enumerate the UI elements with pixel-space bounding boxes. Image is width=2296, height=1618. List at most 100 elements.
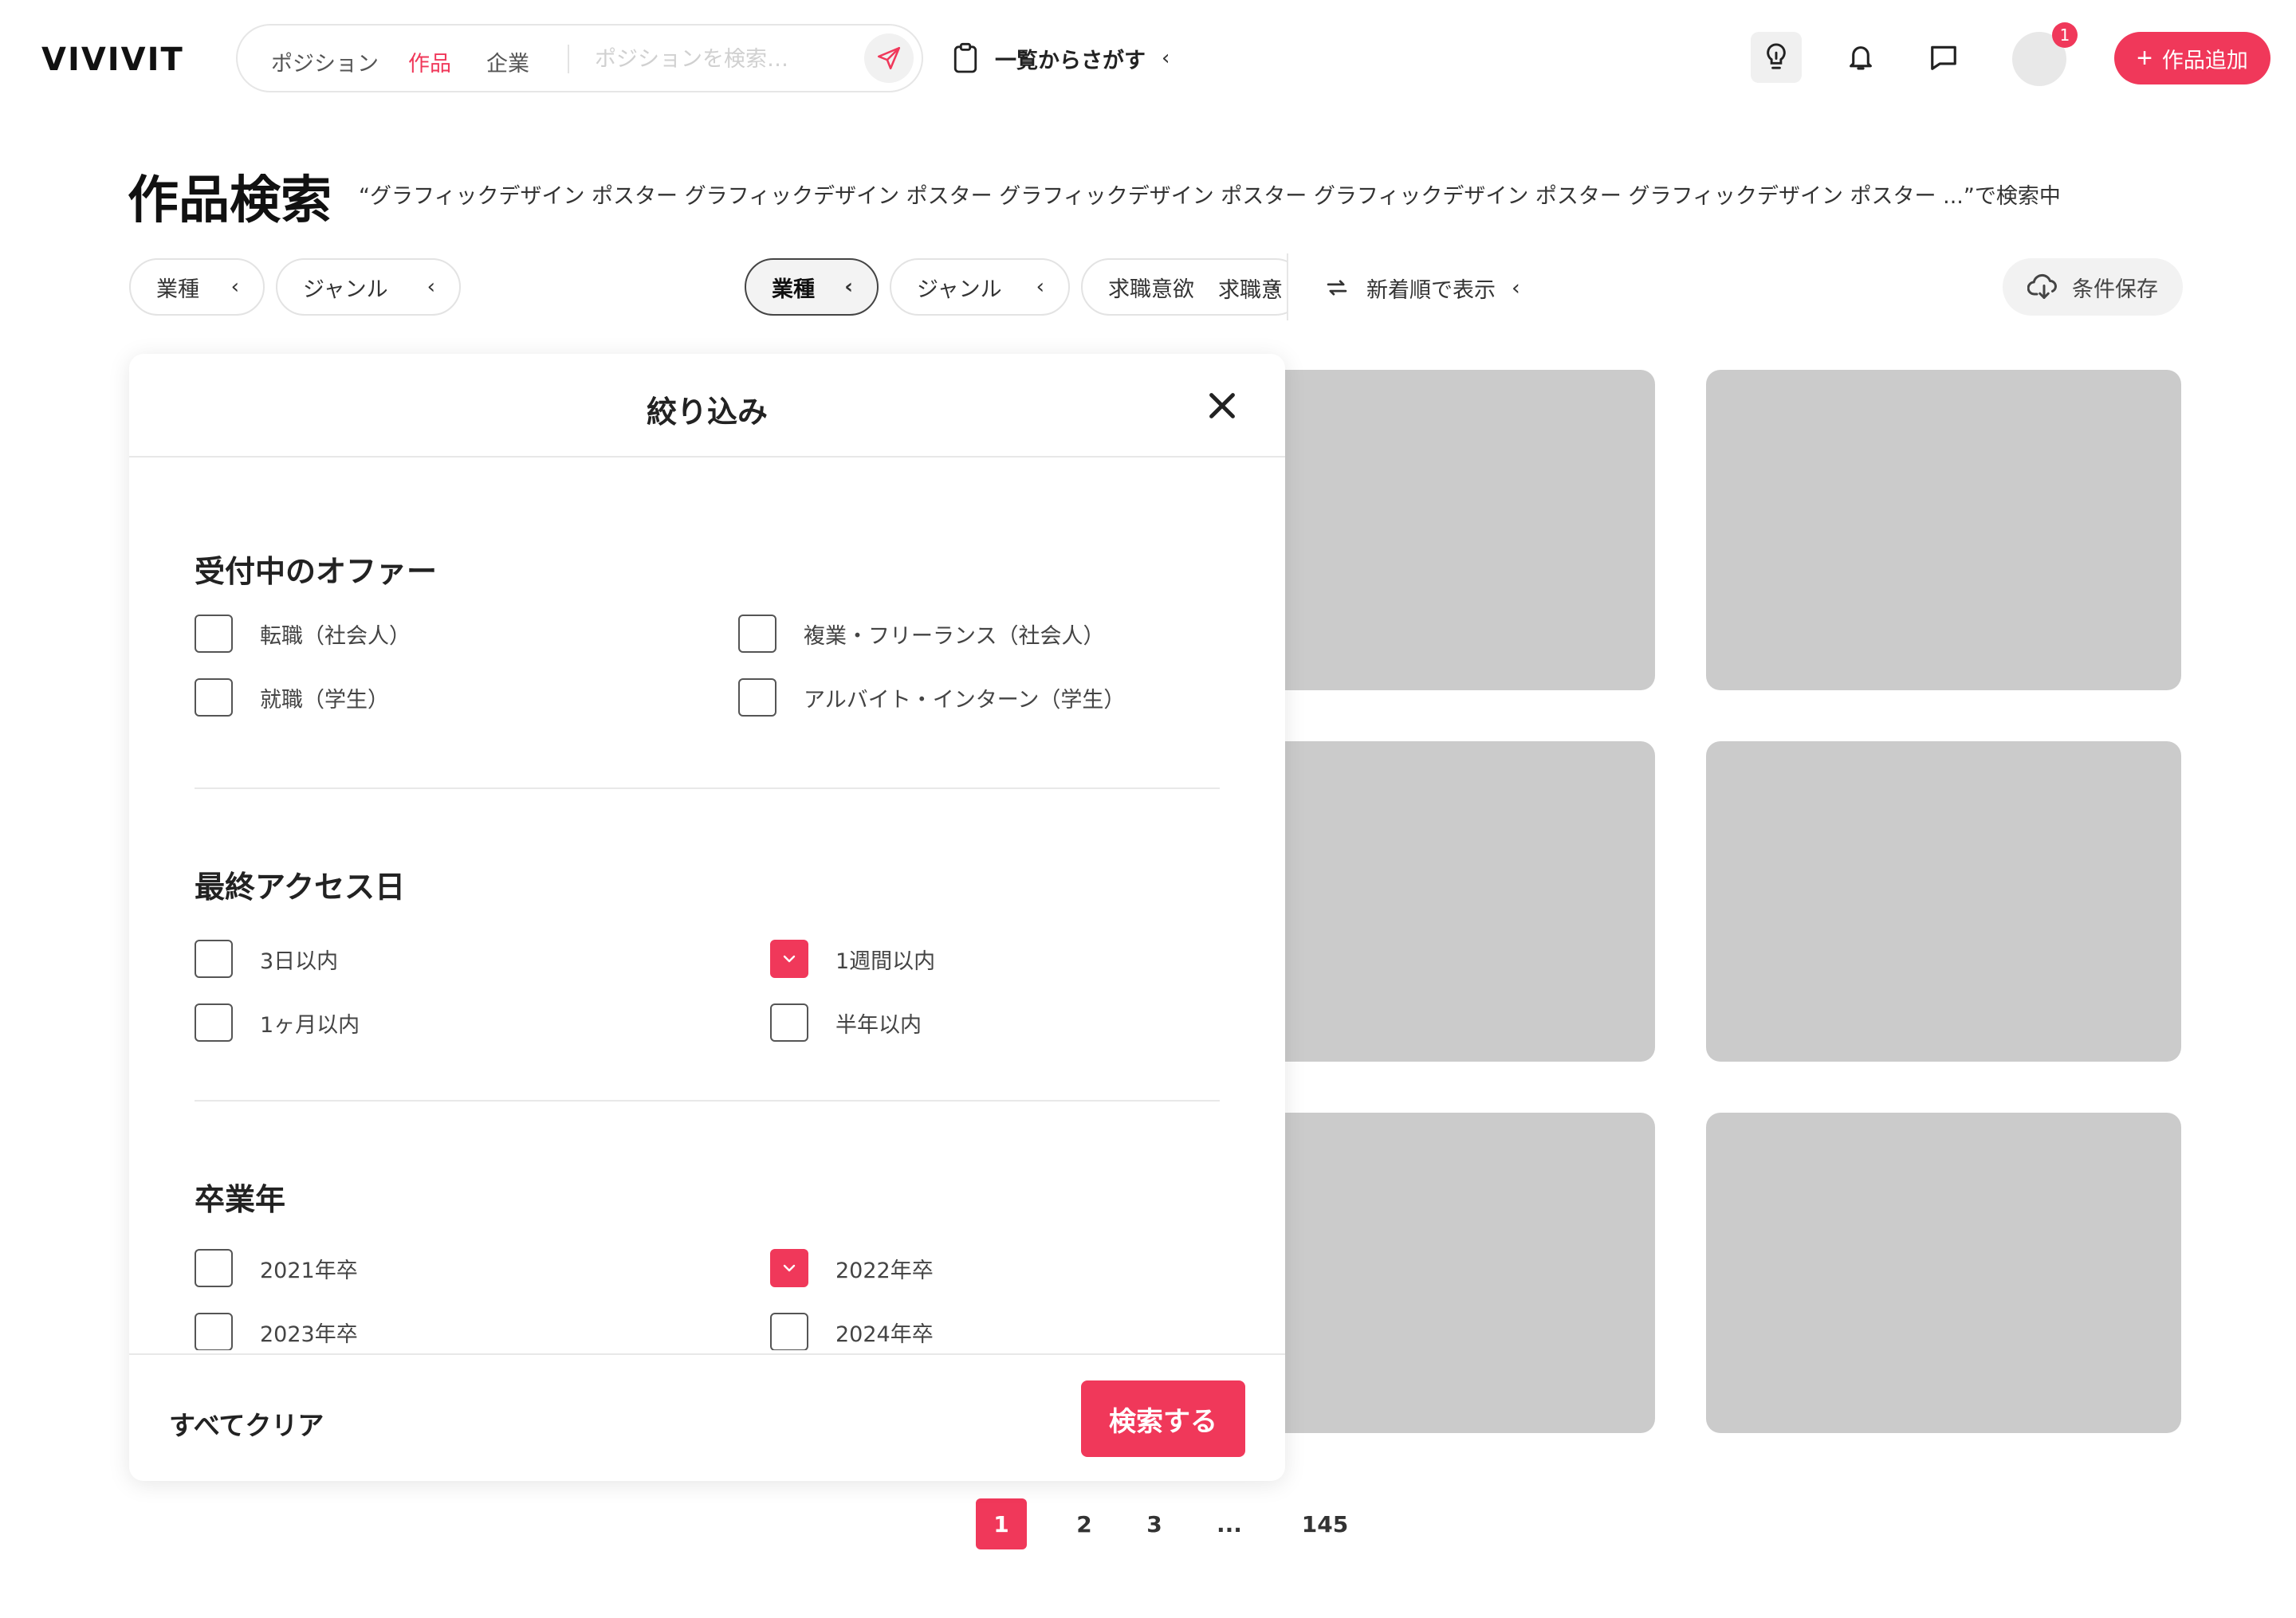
option-label: 複業・フリーランス（社会人） <box>804 623 1105 649</box>
filter-modal: 絞り込み 受付中のオファー 転職（社会人） 複業・フリーランス（社会人） 就職（… <box>129 354 1285 1481</box>
checkbox-checked[interactable] <box>770 1249 808 1287</box>
sort-swap-icon <box>1327 280 1347 296</box>
checkbox[interactable] <box>195 678 233 717</box>
modal-title: 絞り込み <box>646 395 768 430</box>
search-submit-button[interactable] <box>864 33 914 83</box>
option-label: 3日以内 <box>260 948 339 974</box>
option-checkbox[interactable]: 就職（学生） <box>195 677 389 717</box>
option-checkbox[interactable]: 転職（社会人） <box>195 614 411 654</box>
chevron-left-icon: ‹ <box>1162 46 1170 70</box>
search-tab-companies[interactable]: 企業 <box>486 46 529 77</box>
chevron-left-icon: ‹ <box>1512 275 1520 300</box>
option-checkbox[interactable]: アルバイト・インターン（学生） <box>738 677 1125 717</box>
checkbox[interactable] <box>738 678 776 717</box>
option-checkbox[interactable]: 2021年卒 <box>195 1248 358 1288</box>
page-ellipsis: ... <box>1217 1510 1242 1537</box>
section-title-last-access: 最終アクセス日 <box>195 870 406 905</box>
page-button-last[interactable]: 145 <box>1287 1498 1363 1549</box>
browse-list-link[interactable]: 一覧からさがす ‹ <box>952 38 1170 78</box>
work-card[interactable] <box>1706 741 2181 1062</box>
check-icon <box>783 1264 796 1272</box>
close-icon <box>1209 393 1235 418</box>
chevron-left-icon: ‹ <box>230 275 239 299</box>
checkbox[interactable] <box>195 940 233 978</box>
save-conditions-label: 条件保存 <box>2072 277 2158 302</box>
checkbox[interactable] <box>195 1313 233 1350</box>
option-checkbox[interactable]: 3日以内 <box>195 939 338 979</box>
section-divider <box>195 1100 1220 1102</box>
vivivit-logo[interactable]: VIVIVIT <box>41 41 184 78</box>
filter-chip-overflow-label: 求職意 <box>1218 278 1283 303</box>
filter-chip-label: 業種 <box>772 277 815 302</box>
filter-chip-genre-2[interactable]: ジャンル ‹ <box>890 258 1070 316</box>
option-label: 半年以内 <box>835 1012 922 1038</box>
page-title: 作品検索 <box>128 171 332 230</box>
filter-chip-label: 求職意欲 <box>1108 277 1194 302</box>
filter-chip-genre[interactable]: ジャンル ‹ <box>276 258 461 316</box>
sort-dropdown[interactable]: 新着順で表示 ‹ <box>1323 268 1520 308</box>
chevron-left-icon: ‹ <box>427 275 435 299</box>
checkbox[interactable] <box>770 1003 808 1042</box>
tips-button[interactable] <box>1751 32 1802 83</box>
clear-all-button[interactable]: すべてクリア <box>169 1404 324 1443</box>
filter-separator <box>1287 253 1288 320</box>
save-conditions-button[interactable]: 条件保存 <box>2003 258 2183 316</box>
filter-chip-label: ジャンル <box>917 277 1002 302</box>
modal-header: 絞り込み <box>129 354 1285 458</box>
checkbox-checked[interactable] <box>770 940 808 978</box>
option-checkbox[interactable]: 2024年卒 <box>770 1312 934 1350</box>
lightbulb-icon <box>1767 43 1786 69</box>
page-button-1[interactable]: 1 <box>976 1498 1027 1549</box>
chevron-left-icon: ‹ <box>1036 275 1044 299</box>
search-tab-positions[interactable]: ポジション <box>271 46 379 77</box>
search-tab-works[interactable]: 作品 <box>408 46 451 77</box>
add-work-label: 作品追加 <box>2161 48 2248 73</box>
chat-icon <box>1931 45 1956 70</box>
work-card[interactable] <box>1706 370 2181 690</box>
option-label: 2022年卒 <box>835 1258 934 1283</box>
filter-chip-scroller: 求職意欲 ‹ 求職意 <box>1081 258 1288 316</box>
checkbox[interactable] <box>195 1003 233 1042</box>
option-checkbox[interactable]: 1週間以内 <box>770 939 935 979</box>
notifications-button[interactable] <box>1835 32 1886 83</box>
chevron-left-icon: ‹ <box>844 275 853 299</box>
work-card[interactable] <box>1706 1113 2181 1433</box>
page-button-3[interactable]: 3 <box>1129 1498 1180 1549</box>
option-label: 2021年卒 <box>260 1258 358 1283</box>
bell-icon <box>1850 46 1872 70</box>
checkbox[interactable] <box>738 615 776 653</box>
search-separator <box>568 45 569 73</box>
option-checkbox[interactable]: 1ヶ月以内 <box>195 1003 360 1043</box>
section-divider <box>195 787 1220 789</box>
filter-chip-industry-active[interactable]: 業種 ‹ <box>745 258 879 316</box>
modal-body: 受付中のオファー 転職（社会人） 複業・フリーランス（社会人） 就職（学生） ア… <box>129 459 1285 1350</box>
option-label: 転職（社会人） <box>260 623 411 649</box>
close-button[interactable] <box>1204 387 1240 424</box>
search-input[interactable] <box>595 43 826 75</box>
option-label: 1ヶ月以内 <box>260 1012 360 1038</box>
clipboard-icon <box>953 42 977 73</box>
sort-label: 新着順で表示 <box>1366 277 1496 303</box>
option-label: アルバイト・インターン（学生） <box>804 687 1126 713</box>
option-checkbox[interactable]: 複業・フリーランス（社会人） <box>738 614 1104 654</box>
checkbox[interactable] <box>195 1249 233 1287</box>
option-checkbox[interactable]: 半年以内 <box>770 1003 922 1043</box>
option-label: 就職（学生） <box>260 687 389 713</box>
add-work-button[interactable]: + 作品追加 <box>2114 32 2270 84</box>
filter-chip-industry[interactable]: 業種 ‹ <box>129 258 265 316</box>
page-button-2[interactable]: 2 <box>1059 1498 1110 1549</box>
search-bar: ポジション 作品 企業 <box>236 24 923 92</box>
option-label: 2023年卒 <box>260 1321 358 1347</box>
messages-button[interactable] <box>1918 32 1969 83</box>
section-title-offers: 受付中のオファー <box>195 554 438 589</box>
option-checkbox[interactable]: 2023年卒 <box>195 1312 358 1350</box>
checkbox[interactable] <box>195 615 233 653</box>
option-checkbox[interactable]: 2022年卒 <box>770 1248 934 1288</box>
search-query-status: “グラフィックデザイン ポスター グラフィックデザイン ポスター グラフィックデ… <box>359 184 2061 209</box>
checkbox[interactable] <box>770 1313 808 1350</box>
search-button[interactable]: 検索する <box>1081 1380 1245 1457</box>
send-icon <box>877 46 901 70</box>
check-icon <box>783 955 796 963</box>
option-label: 2024年卒 <box>835 1321 934 1347</box>
section-title-grad-year: 卒業年 <box>195 1182 286 1217</box>
